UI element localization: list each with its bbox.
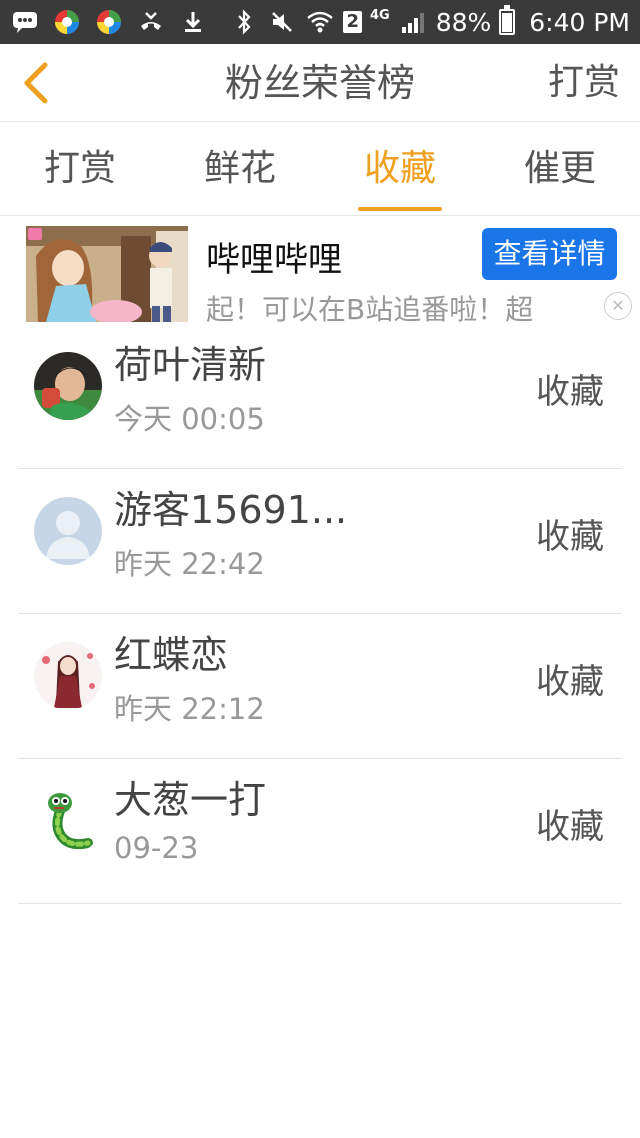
- sim-badge: 2: [343, 11, 362, 33]
- download-icon: [178, 7, 208, 37]
- avatar: [34, 352, 102, 420]
- ad-thumbnail[interactable]: [26, 226, 188, 322]
- fan-name: 荷叶清新: [114, 343, 267, 387]
- clock: 6:40 PM: [529, 7, 630, 37]
- view-details-button[interactable]: 查看详情: [482, 228, 617, 280]
- fan-action: 收藏: [536, 372, 604, 412]
- fan-action: 收藏: [536, 517, 604, 557]
- ad-title: 哔哩哔哩: [206, 240, 342, 280]
- avatar: [34, 497, 102, 565]
- status-icons-right: 2 4G 88% 6:40 PM: [229, 0, 630, 44]
- tab-flowers[interactable]: 鲜花: [160, 122, 320, 215]
- tab-tip[interactable]: 打赏: [0, 122, 160, 215]
- fan-time: 今天 00:05: [114, 402, 265, 436]
- list-item[interactable]: 红蝶恋 昨天 22:12 收藏: [18, 614, 622, 759]
- header: 粉丝荣誉榜 打赏: [0, 44, 640, 122]
- network-type: 4G: [369, 7, 390, 23]
- tab-urge-update[interactable]: 催更: [480, 122, 640, 215]
- ad-banner[interactable]: 哔哩哔哩 查看详情 起！可以在B站追番啦！超 ✕: [0, 216, 640, 326]
- fan-list: 荷叶清新 今天 00:05 收藏 游客15691... 昨天 22:42 收藏: [18, 324, 622, 904]
- fan-time: 昨天 22:42: [114, 547, 265, 581]
- app-icon: [52, 7, 82, 37]
- battery-percent: 88%: [435, 7, 492, 37]
- fan-name: 红蝶恋: [114, 633, 229, 677]
- fan-action: 收藏: [536, 807, 604, 847]
- avatar: [34, 787, 102, 855]
- list-item[interactable]: 游客15691... 昨天 22:42 收藏: [18, 469, 622, 614]
- mute-icon: [267, 7, 297, 37]
- tip-button[interactable]: 打赏: [548, 44, 620, 122]
- message-icon: [10, 7, 40, 37]
- tab-bar: 打赏 鲜花 收藏 催更: [0, 122, 640, 216]
- avatar: [34, 642, 102, 710]
- status-bar: 2 4G 88% 6:40 PM: [0, 0, 640, 44]
- status-icons-left: [10, 6, 208, 38]
- bluetooth-icon: [229, 7, 259, 37]
- wifi-icon: [305, 7, 335, 37]
- fan-name: 游客15691...: [114, 488, 348, 532]
- signal-icon: [398, 7, 428, 37]
- fan-time: 昨天 22:12: [114, 692, 265, 726]
- ad-close-icon[interactable]: ✕: [604, 292, 632, 320]
- ad-description: 起！可以在B站追番啦！超: [206, 293, 534, 326]
- app-icon: [94, 7, 124, 37]
- fan-time: 09-23: [114, 831, 199, 865]
- missed-call-icon: [136, 7, 166, 37]
- list-item[interactable]: 荷叶清新 今天 00:05 收藏: [18, 324, 622, 469]
- tab-favorites[interactable]: 收藏: [320, 122, 480, 215]
- page-title: 粉丝荣誉榜: [224, 61, 415, 105]
- fan-name: 大葱一打: [114, 778, 267, 822]
- battery-icon: [499, 5, 516, 35]
- fan-action: 收藏: [536, 662, 604, 702]
- list-item[interactable]: 大葱一打 09-23 收藏: [18, 759, 622, 904]
